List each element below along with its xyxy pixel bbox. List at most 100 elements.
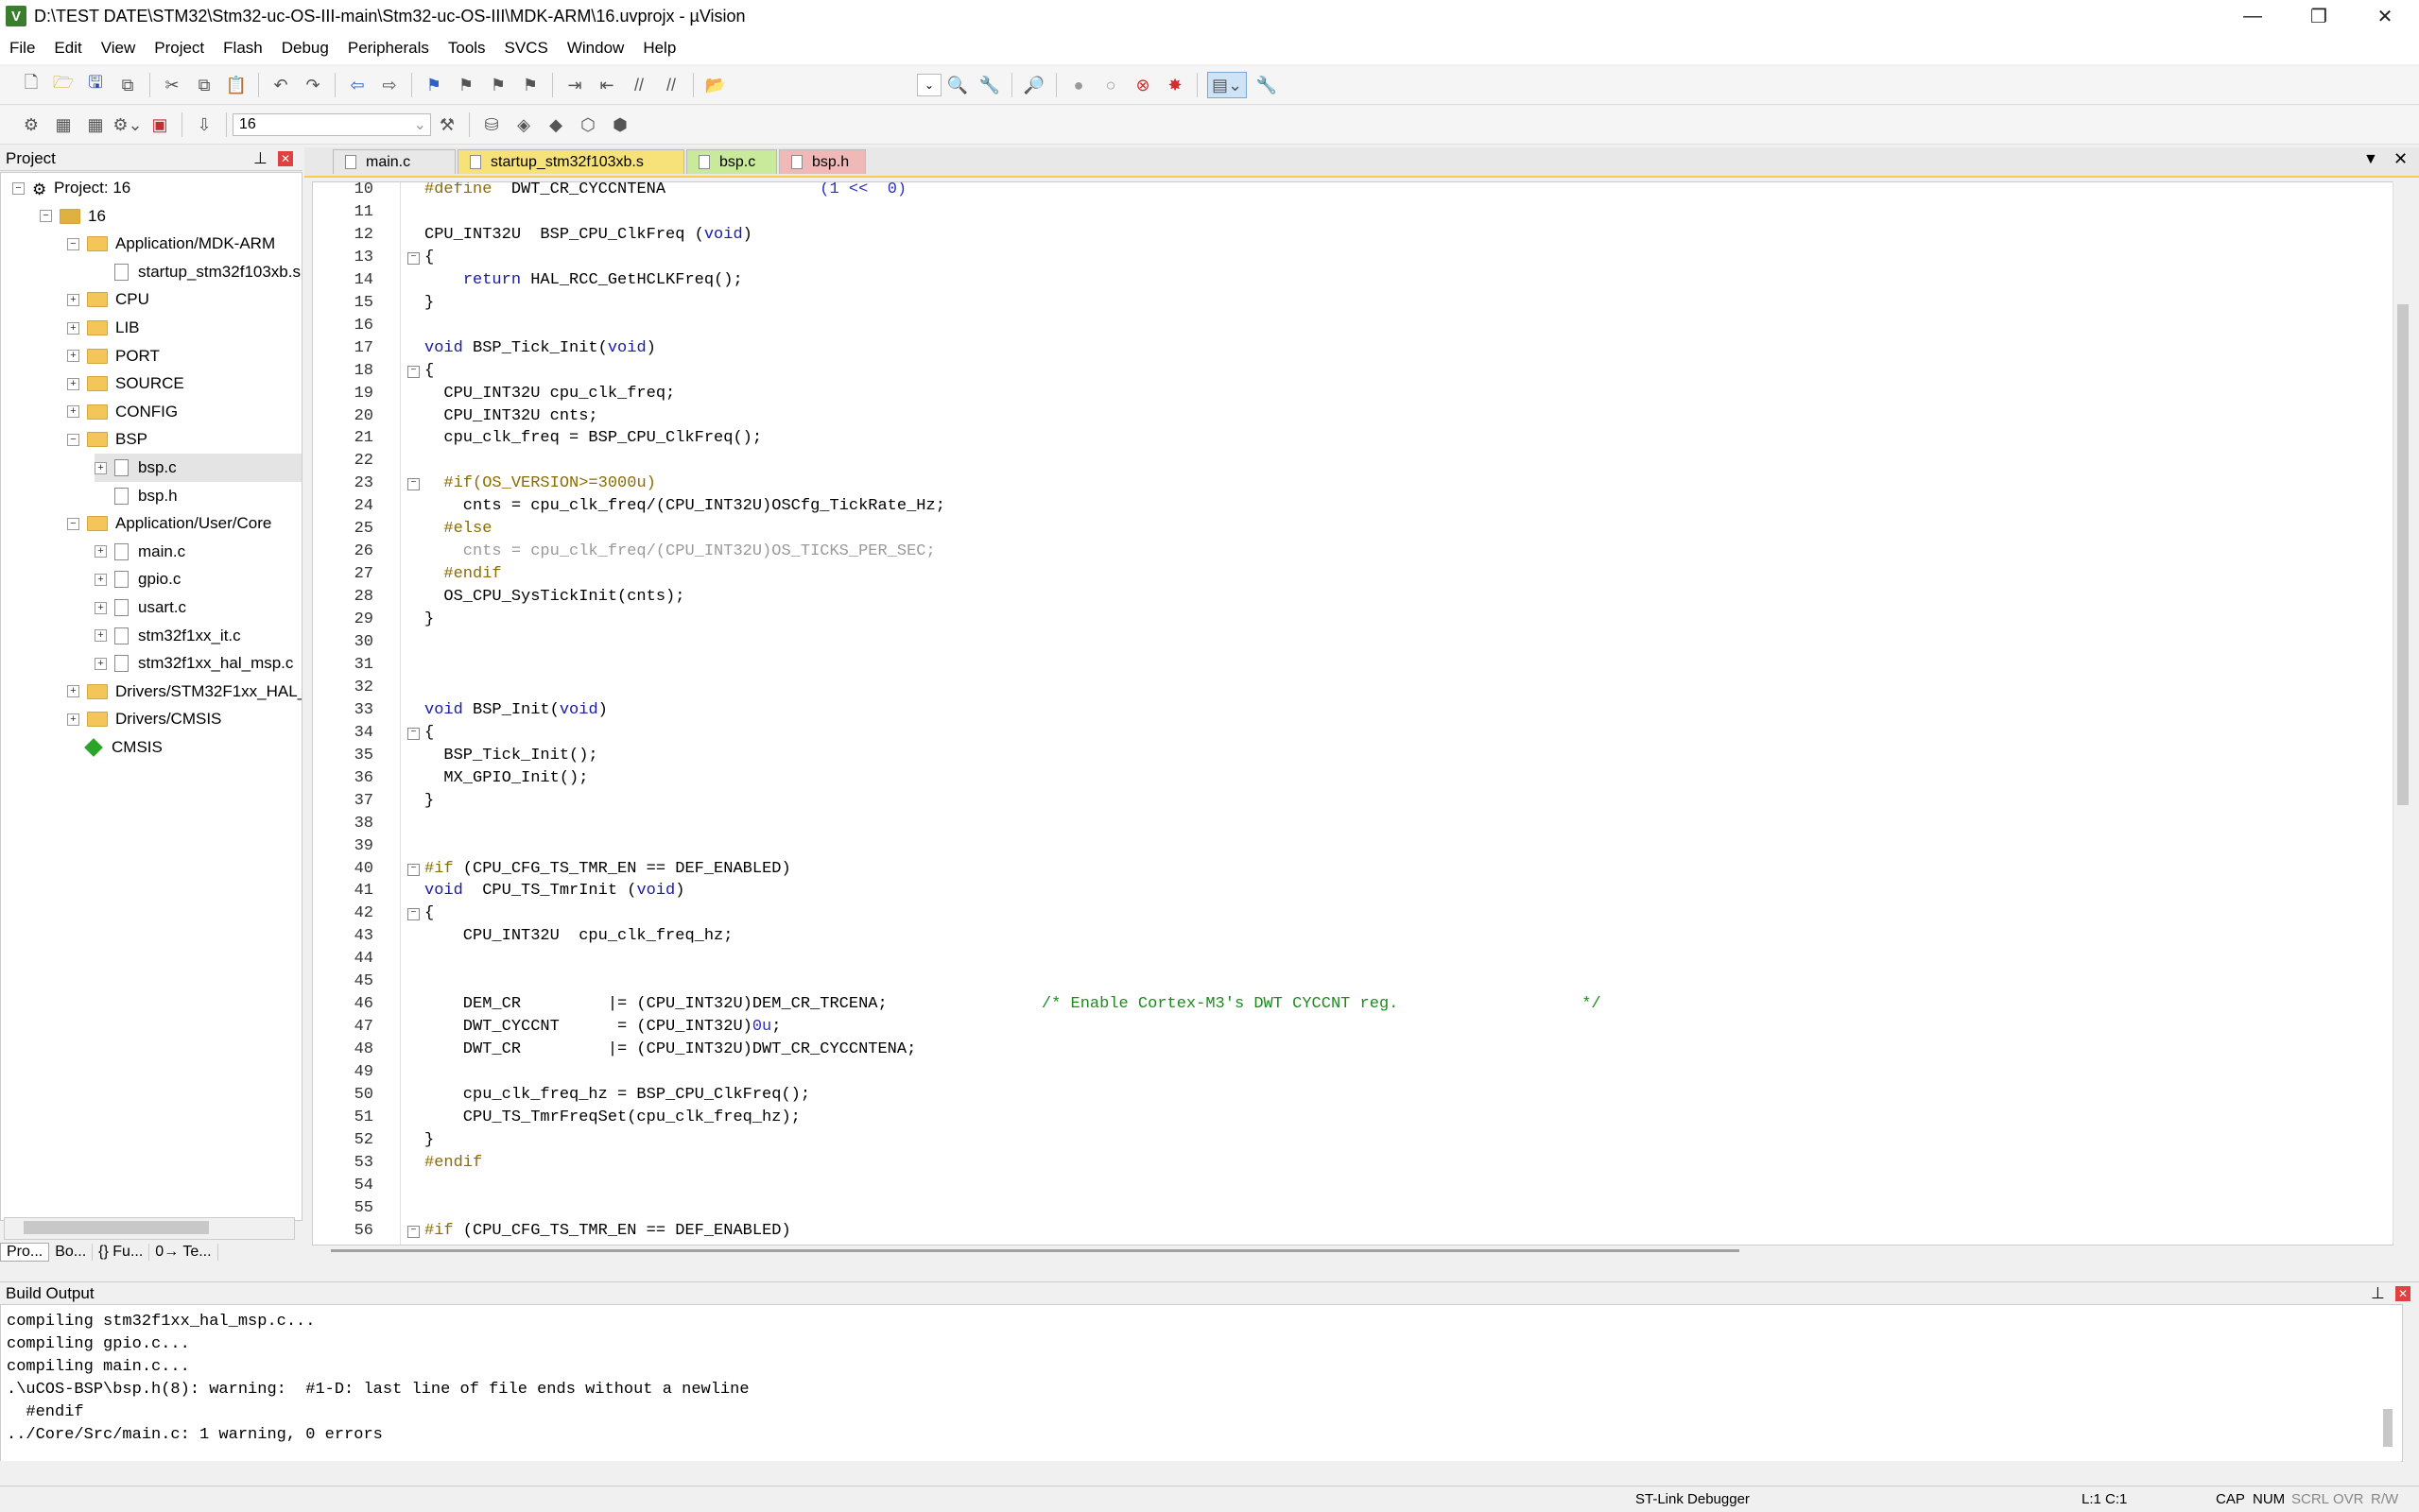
maximize-button[interactable]: ❐ <box>2287 0 2351 32</box>
expand-icon[interactable]: + <box>95 545 107 558</box>
code-line[interactable]: 25 #else <box>313 518 2393 541</box>
expand-icon[interactable]: + <box>95 461 107 474</box>
editor-hscrollbar[interactable] <box>331 1249 1749 1257</box>
tree-item[interactable]: + CONFIG <box>67 398 178 426</box>
code-line[interactable]: 19 CPU_INT32U cpu_clk_freq; <box>313 383 2393 405</box>
redo-icon[interactable]: ↷ <box>301 73 325 97</box>
run-time-environment-icon[interactable]: ⬢ <box>608 112 632 137</box>
code-line[interactable]: 38 <box>313 813 2393 835</box>
close-pane-icon[interactable]: ✕ <box>2395 1286 2410 1301</box>
code-line[interactable]: 35 BSP_Tick_Init(); <box>313 745 2393 767</box>
window-layout-icon[interactable]: ▤⌄ <box>1207 72 1247 98</box>
code-line[interactable]: 43 CPU_INT32U cpu_clk_freq_hz; <box>313 925 2393 948</box>
minimize-button[interactable]: — <box>2220 0 2285 32</box>
tree-item[interactable]: − BSP <box>67 425 147 454</box>
indent-icon[interactable]: ⇥ <box>562 73 587 97</box>
code-line[interactable]: 53 #endif <box>313 1152 2393 1175</box>
expand-icon[interactable]: + <box>95 573 107 586</box>
debug-session-icon[interactable]: 🔎 <box>1022 73 1046 97</box>
expand-icon[interactable]: + <box>67 293 79 306</box>
collapse-icon[interactable]: − <box>40 210 52 223</box>
expand-icon[interactable]: + <box>95 601 107 614</box>
expand-icon[interactable]: + <box>67 377 79 390</box>
tree-item[interactable]: + PORT <box>67 342 160 370</box>
build-hscrollbar[interactable] <box>0 1461 2401 1480</box>
tree-item[interactable]: − 16 <box>40 202 106 231</box>
collapse-icon[interactable]: − <box>67 433 79 446</box>
tab-main-c[interactable]: main.c <box>333 149 456 174</box>
close-button[interactable]: ✕ <box>2353 0 2417 32</box>
tab-templates[interactable]: 0→ Te... <box>149 1244 218 1261</box>
tree-item[interactable]: − ⚙ Project: 16 <box>12 174 130 202</box>
collapse-icon[interactable]: − <box>12 181 25 195</box>
download-icon[interactable]: ⇩ <box>192 112 216 137</box>
menu-svcs[interactable]: SVCS <box>495 39 558 58</box>
fold-icon[interactable]: − <box>407 908 420 921</box>
target-select[interactable]: 16 ⌄ <box>233 113 431 136</box>
scroll-thumb[interactable] <box>2383 1409 2393 1447</box>
code-line[interactable]: 54 <box>313 1175 2393 1197</box>
collapse-icon[interactable]: − <box>67 237 79 250</box>
code-line[interactable]: 31 <box>313 654 2393 677</box>
menu-debug[interactable]: Debug <box>272 39 338 58</box>
code-line[interactable]: 50 cpu_clk_freq_hz = BSP_CPU_ClkFreq(); <box>313 1084 2393 1107</box>
navigate-forward-icon[interactable]: ⇨ <box>377 73 402 97</box>
tab-project[interactable]: Pro... <box>0 1243 50 1262</box>
find-combo-dropdown[interactable]: ⌄ <box>917 74 942 96</box>
unindent-icon[interactable]: ⇤ <box>595 73 619 97</box>
code-line[interactable]: 15} <box>313 292 2393 315</box>
tree-item[interactable]: + stm32f1xx_it.c <box>95 622 241 650</box>
code-line[interactable]: 52} <box>313 1129 2393 1152</box>
expand-icon[interactable]: + <box>67 321 79 335</box>
code-line[interactable]: 37} <box>313 790 2393 813</box>
expand-icon[interactable]: + <box>67 713 79 726</box>
collapse-icon[interactable]: − <box>67 517 79 530</box>
fold-icon[interactable]: − <box>407 251 420 265</box>
menu-project[interactable]: Project <box>145 39 214 58</box>
tab-startup-file[interactable]: startup_stm32f103xb.s <box>458 149 684 174</box>
tree-item[interactable]: CMSIS <box>67 733 163 762</box>
menu-edit[interactable]: Edit <box>44 39 91 58</box>
manage-components-icon[interactable]: ◈ <box>511 112 536 137</box>
code-line[interactable]: 44 <box>313 948 2393 971</box>
code-editor[interactable]: 10 #define DWT_CR_CYCCNTENA (1 << 0) 11 12 C… <box>312 181 2393 1246</box>
tree-item[interactable]: + usart.c <box>95 593 186 622</box>
menu-view[interactable]: View <box>92 39 146 58</box>
tab-list-dropdown-icon[interactable]: ▼ <box>2363 151 2378 168</box>
code-line[interactable]: 18 −{ <box>313 360 2393 383</box>
code-line[interactable]: 20 CPU_INT32U cnts; <box>313 405 2393 428</box>
scroll-thumb[interactable] <box>331 1249 1739 1252</box>
code-line[interactable]: 26 cnts = cpu_clk_freq/(CPU_INT32U)OS_TI… <box>313 541 2393 563</box>
paste-icon[interactable]: 📋 <box>224 73 249 97</box>
translate-icon[interactable]: ⚙ <box>19 112 43 137</box>
open-file-icon[interactable]: 🗁 <box>51 73 76 97</box>
stop-build-icon[interactable]: ▣ <box>147 112 172 137</box>
breakpoint-enable-icon[interactable]: ○ <box>1098 73 1123 97</box>
target-options-icon[interactable]: ⚒ <box>435 112 459 137</box>
tab-bsp-c[interactable]: bsp.c <box>686 149 777 174</box>
code-line[interactable]: 36 MX_GPIO_Init(); <box>313 767 2393 790</box>
menu-tools[interactable]: Tools <box>439 39 495 58</box>
code-line[interactable]: 33 void BSP_Init(void) <box>313 699 2393 722</box>
pin-icon[interactable]: ⊥ <box>2371 1284 2385 1303</box>
save-icon[interactable]: 🖫 <box>83 73 108 97</box>
code-line[interactable]: 45 <box>313 971 2393 993</box>
code-line[interactable]: 13 −{ <box>313 247 2393 269</box>
incremental-find-icon[interactable]: 🔧 <box>977 73 1002 97</box>
code-line[interactable]: 22 <box>313 450 2393 472</box>
code-line[interactable]: 32 <box>313 677 2393 699</box>
tree-item[interactable]: + gpio.c <box>95 565 181 593</box>
clear-bookmarks-icon[interactable]: ⚑ <box>518 73 543 97</box>
previous-bookmark-icon[interactable]: ⚑ <box>454 73 478 97</box>
project-hscrollbar[interactable] <box>4 1217 295 1240</box>
navigate-back-icon[interactable]: ⇦ <box>345 73 370 97</box>
code-line[interactable]: 28 OS_CPU_SysTickInit(cnts); <box>313 586 2393 609</box>
code-line[interactable]: 40 − #if (CPU_CFG_TS_TMR_EN == DEF_ENABLED… <box>313 858 2393 881</box>
menu-flash[interactable]: Flash <box>214 39 272 58</box>
build-icon[interactable]: ▦ <box>51 112 76 137</box>
file-extensions-icon[interactable]: ⛁ <box>479 112 504 137</box>
rebuild-icon[interactable]: ▦ <box>83 112 108 137</box>
tab-books[interactable]: Bo... <box>49 1244 94 1261</box>
tree-item[interactable]: bsp.h <box>95 482 178 510</box>
code-line[interactable]: 56 − #if (CPU_CFG_TS_TMR_EN == DEF_ENABLED… <box>313 1220 2393 1243</box>
